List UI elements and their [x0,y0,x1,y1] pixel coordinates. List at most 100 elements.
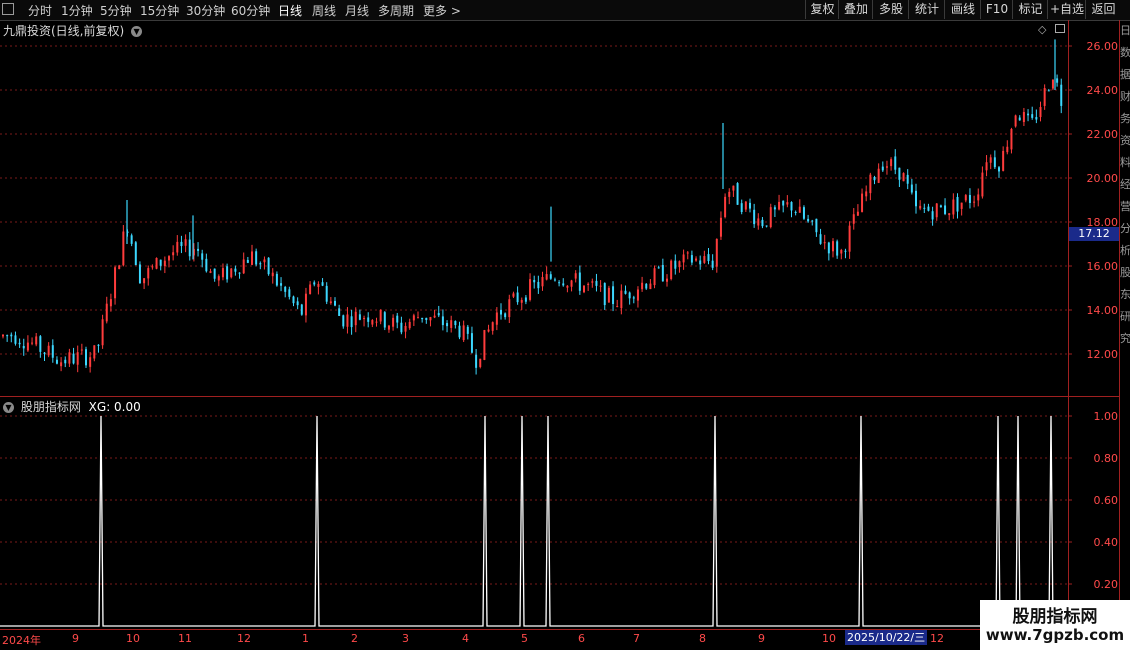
candle-body [553,279,556,281]
candle-body [823,242,826,244]
candle-body [1047,90,1050,92]
candle-body [524,297,527,302]
candle-body [545,274,548,280]
candle-body [657,267,660,269]
candle-body [948,213,951,216]
candle-body [68,352,71,364]
price-tick: 20.00 [1086,172,1119,185]
candle-body [861,193,864,212]
candle-body [147,268,150,279]
candle-body [612,286,615,305]
chart-frame [0,20,1120,630]
candle-body [952,199,955,215]
candle-body [246,259,249,263]
candle-body [873,177,876,181]
date-label: 4 [462,632,469,645]
current-price-tag: 17.12 [1069,227,1119,241]
candle-body [890,159,893,167]
candle-body [180,241,183,247]
indicator-tick: 0.40 [1093,536,1119,549]
candle-body [325,285,328,302]
candle-body [155,257,158,269]
date-label: 7 [633,632,640,645]
candle-body [197,248,200,251]
date-label: 12 [930,632,944,645]
date-label: 5 [521,632,528,645]
date-label: 6 [578,632,585,645]
candle-body [533,279,536,283]
candle-body [396,315,399,323]
candle-body [910,184,913,193]
candle-body [334,300,336,306]
candle-body [354,311,357,326]
price-tick: 24.00 [1086,84,1119,97]
candle-body [450,320,453,328]
candle-body [213,268,216,279]
candle-body [163,260,166,267]
candle-body [172,252,175,256]
candle-body [346,314,349,327]
candle-body [695,258,698,261]
candle-body [1031,114,1034,118]
candle-body [255,251,258,265]
candle-body [462,325,465,341]
candle-body [425,317,428,321]
indicator-tick: 0.80 [1093,452,1119,465]
candle-body [122,231,125,266]
chevron-down-icon[interactable]: ▼ [3,402,14,413]
candle-body [728,191,731,197]
candle-body [454,321,457,326]
candle-body [408,321,411,329]
candle-body [902,173,905,182]
candle-body [686,252,689,254]
candle-body [811,220,814,222]
candle-body [6,335,9,337]
candle-body [744,201,747,210]
candle-body [570,280,573,287]
candle-body [935,203,938,218]
candle-body [703,256,706,263]
candle-body [31,342,34,344]
indicator-title[interactable]: ▼ 股朋指标网 XG: 0.00 [3,398,141,415]
candle-body [80,349,83,351]
side-info-strip[interactable]: 日数据财务资料经营分析股东研究 [1120,20,1130,630]
candle-body [288,289,291,297]
chevron-down-icon[interactable]: ▼ [131,26,143,37]
candle-body [790,202,793,211]
window-toggle-icon[interactable] [1055,24,1065,33]
candle-body [26,342,29,351]
candle-body [483,330,486,360]
candle-body [18,342,21,345]
watermark-url: www.7gpzb.com [985,626,1125,644]
candle-body [226,266,229,280]
candle-body [628,292,631,299]
candle-body [259,263,262,265]
candle-body [130,235,133,244]
candle-body [234,268,237,272]
candle-body [832,241,834,252]
date-label: 9 [758,632,765,645]
candle-body [661,265,664,282]
candle-body [93,345,96,359]
candle-body [51,345,54,358]
candle-body [757,218,760,226]
candle-body [491,322,494,331]
stock-title-text: 九鼎投资(日线,前复权) [3,24,125,38]
candle-body [151,266,154,268]
candle-body [300,304,303,315]
candle-body [271,272,274,277]
candle-body [421,317,424,320]
candle-body [807,218,810,222]
candle-body [22,345,25,349]
diamond-icon[interactable]: ◇ [1038,23,1046,36]
stock-title[interactable]: 九鼎投资(日线,前复权) ▼ [3,22,143,39]
kline-chart[interactable] [0,0,1130,650]
candle-body [313,282,316,285]
candle-body [670,260,673,280]
candle-body [230,268,233,278]
candle-body [645,283,648,289]
candle-body [1051,79,1054,89]
candle-body [549,274,552,279]
candle-body [595,280,598,286]
candle-body [242,259,245,274]
